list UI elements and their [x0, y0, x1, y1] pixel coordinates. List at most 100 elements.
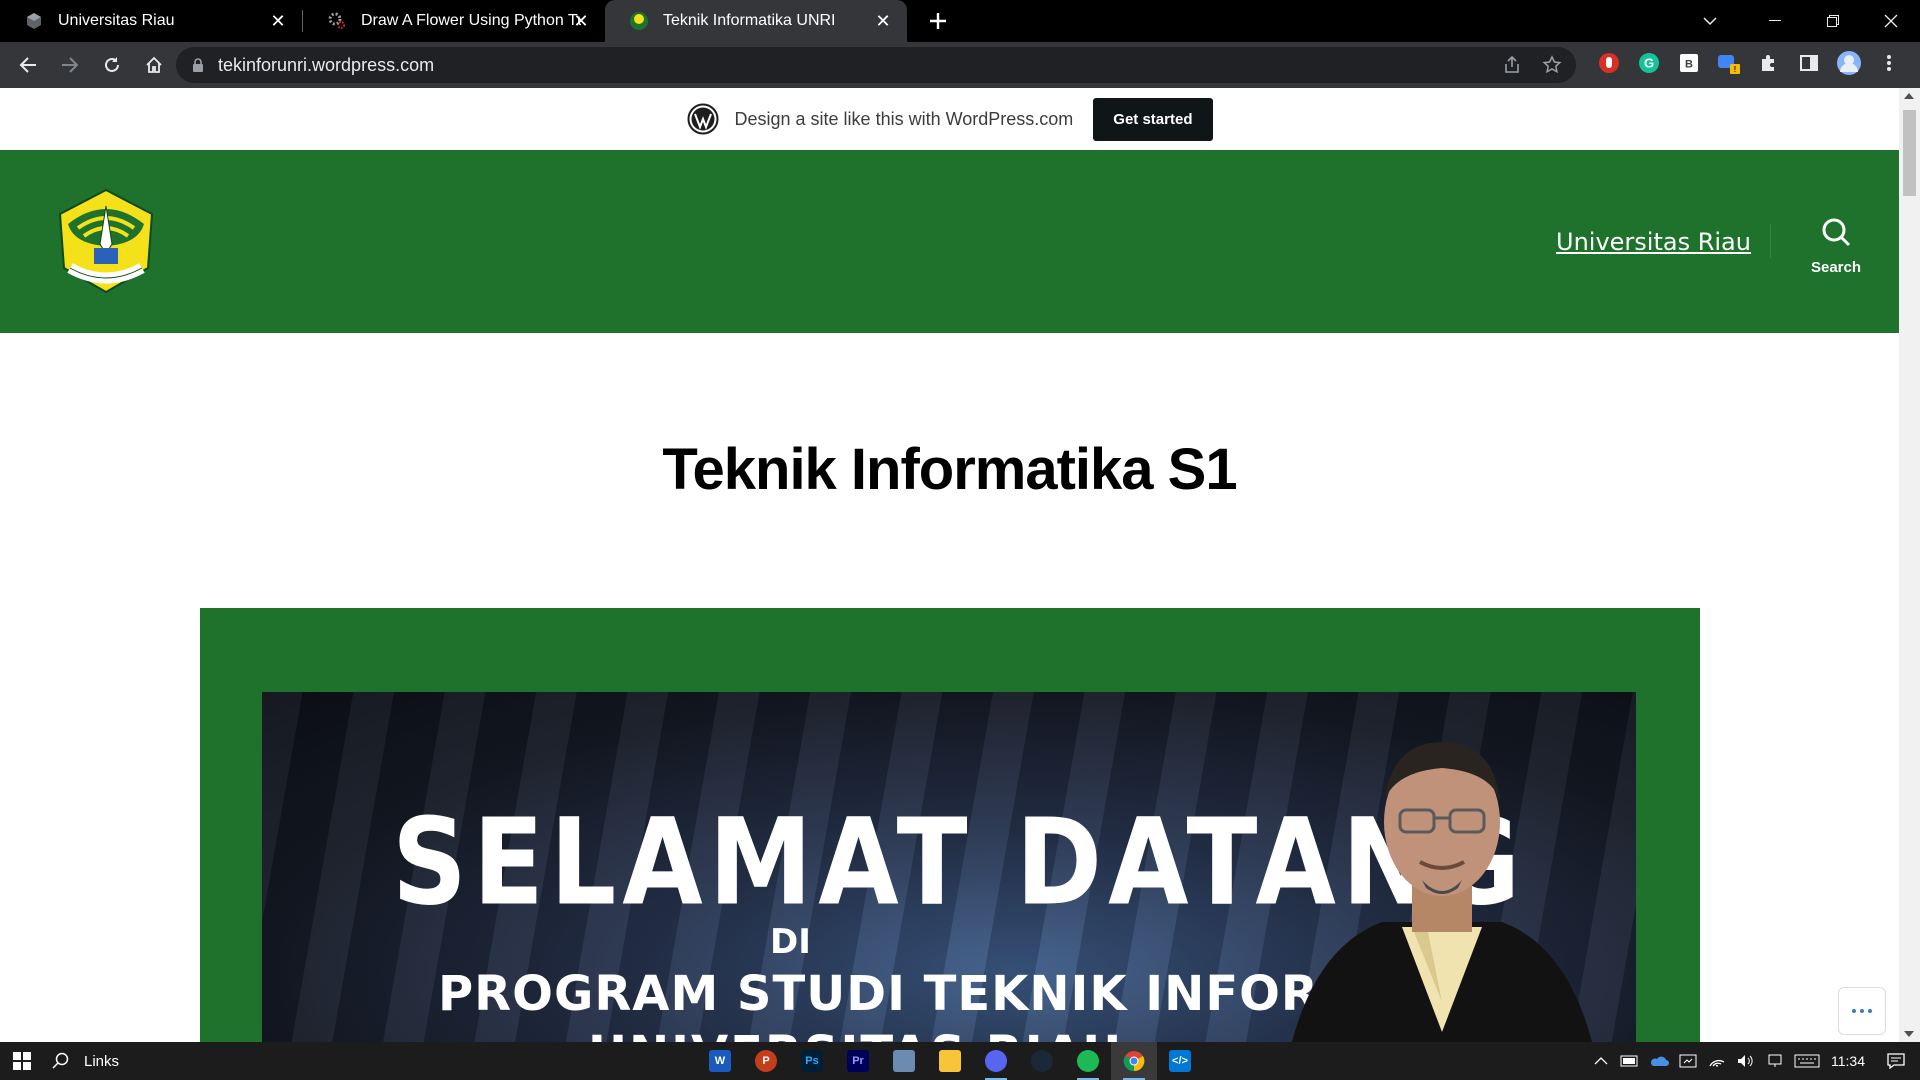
person-portrait [1292, 742, 1592, 1042]
banner-university: UNIVERSITAS RIAU [588, 1026, 1123, 1042]
grammarly-icon[interactable]: G [1636, 50, 1662, 76]
volume-icon[interactable] [1731, 1042, 1760, 1080]
close-window-button[interactable] [1862, 0, 1920, 42]
photoshop-icon: Ps [801, 1050, 823, 1072]
home-icon [146, 56, 162, 73]
premiere-app[interactable]: Pr [835, 1042, 881, 1080]
avatar[interactable] [1836, 50, 1862, 76]
onedrive-icon[interactable] [1644, 1042, 1673, 1080]
taskbar-search[interactable]: Links [52, 1042, 119, 1080]
lock-icon [193, 58, 203, 72]
windows-logo-icon [13, 1052, 31, 1070]
translate-extension-icon[interactable]: ! [1716, 50, 1742, 76]
scroll-down-arrow-icon[interactable] [1904, 1031, 1914, 1037]
tab-draw-flower[interactable]: Draw A Flower Using Python Turtle ✕ [303, 0, 605, 42]
get-started-button[interactable]: Get started [1093, 97, 1213, 141]
search-icon [1822, 218, 1851, 247]
close-icon [1884, 14, 1898, 28]
tab-title: Draw A Flower Using Python Turtle [361, 12, 581, 29]
home-button[interactable] [134, 45, 174, 85]
ellipsis-icon [1852, 1009, 1872, 1013]
banner-line-di: DI [770, 922, 811, 962]
university-logo[interactable] [48, 184, 164, 300]
svg-text:!: ! [1734, 65, 1737, 74]
puzzle-icon[interactable] [1756, 50, 1782, 76]
powerpoint-icon: P [755, 1050, 777, 1072]
nav-link-universitas-riau[interactable]: Universitas Riau [1556, 228, 1751, 256]
file-explorer-app[interactable] [927, 1042, 973, 1080]
page-scrollbar[interactable] [1899, 88, 1920, 1042]
wordpress-promo-bar: Design a site like this with WordPress.c… [0, 88, 1899, 150]
word-app[interactable]: W [697, 1042, 743, 1080]
extensions-row: G B ! [1596, 50, 1902, 76]
more-options-button[interactable] [1838, 987, 1886, 1035]
minimize-icon [1769, 20, 1781, 21]
url-text: tekinforunri.wordpress.com [218, 54, 435, 75]
taskbar-clock[interactable]: 11:34 [1831, 1053, 1865, 1069]
chrome-app[interactable] [1111, 1042, 1157, 1080]
tab-title: Universitas Riau [58, 12, 175, 29]
discord-app[interactable] [973, 1042, 1019, 1080]
close-icon[interactable]: ✕ [268, 11, 288, 31]
keyboard-icon[interactable] [1789, 1042, 1825, 1080]
system-tray: 11:34 [1586, 1042, 1920, 1080]
back-button[interactable] [8, 45, 48, 85]
address-bar[interactable]: tekinforunri.wordpress.com [176, 47, 1576, 83]
scrollbar-thumb[interactable] [1903, 110, 1916, 196]
svg-text:B: B [1685, 59, 1693, 71]
new-tab-button[interactable] [917, 0, 959, 42]
close-icon[interactable]: ✕ [873, 11, 893, 31]
start-button[interactable] [0, 1042, 44, 1080]
spotify-icon [1077, 1050, 1099, 1072]
powerpoint-app[interactable]: P [743, 1042, 789, 1080]
wordpress-promo-text: Design a site like this with WordPress.c… [734, 108, 1074, 129]
plus-icon [930, 13, 946, 29]
notification-icon[interactable] [1881, 1042, 1910, 1080]
tab-search-button[interactable] [1686, 0, 1734, 42]
windows-taskbar: Links W P Ps Pr </> 11:34 [0, 1042, 1920, 1080]
star-icon[interactable] [1542, 55, 1562, 75]
search-button[interactable]: Search [1800, 216, 1872, 276]
tab-teknik-informatika[interactable]: Teknik Informatika UNRI ✕ [605, 0, 907, 42]
photoshop-app[interactable]: Ps [789, 1042, 835, 1080]
reload-icon [105, 57, 119, 72]
tab-strip: Universitas Riau ✕ Draw A Flower Using P… [0, 0, 1920, 42]
close-icon[interactable]: ✕ [571, 11, 591, 31]
vscode-app[interactable]: </> [1157, 1042, 1203, 1080]
cube-icon [24, 11, 44, 31]
chrome-icon [1123, 1051, 1145, 1072]
chevron-up-icon[interactable] [1586, 1042, 1615, 1080]
steam-app[interactable] [1019, 1042, 1065, 1080]
reload-button[interactable] [92, 45, 132, 85]
premiere-icon: Pr [847, 1050, 869, 1072]
svg-text:G: G [1644, 56, 1654, 71]
folder-icon [939, 1050, 961, 1072]
word-icon: W [709, 1050, 731, 1072]
tab-universitas-riau[interactable]: Universitas Riau ✕ [0, 0, 302, 42]
arrow-left-icon [19, 57, 36, 73]
b-extension-icon[interactable]: B [1676, 50, 1702, 76]
search-icon [52, 1052, 69, 1069]
side-panel-icon[interactable] [1796, 50, 1822, 76]
forward-button[interactable] [50, 45, 90, 85]
steam-icon [1031, 1050, 1053, 1072]
network-status-icon[interactable] [1673, 1042, 1702, 1080]
minimize-button[interactable] [1746, 0, 1804, 42]
battery-icon[interactable] [1615, 1042, 1644, 1080]
photos-app[interactable] [881, 1042, 927, 1080]
restore-button[interactable] [1804, 0, 1862, 42]
tab-title: Teknik Informatika UNRI [663, 12, 836, 29]
restore-icon [1827, 15, 1839, 27]
share-icon[interactable] [1502, 55, 1522, 75]
hand-extension-icon[interactable] [1596, 50, 1622, 76]
wordpress-logo-icon[interactable] [687, 103, 719, 135]
gears-icon [327, 11, 347, 31]
scroll-up-arrow-icon[interactable] [1904, 93, 1914, 99]
spotify-app[interactable] [1065, 1042, 1111, 1080]
wifi-icon[interactable] [1702, 1042, 1731, 1080]
screen-icon[interactable] [1760, 1042, 1789, 1080]
discord-icon [985, 1050, 1007, 1072]
vscode-icon: </> [1169, 1050, 1191, 1072]
chevron-down-icon [1703, 17, 1717, 26]
kebab-menu-icon[interactable] [1876, 50, 1902, 76]
